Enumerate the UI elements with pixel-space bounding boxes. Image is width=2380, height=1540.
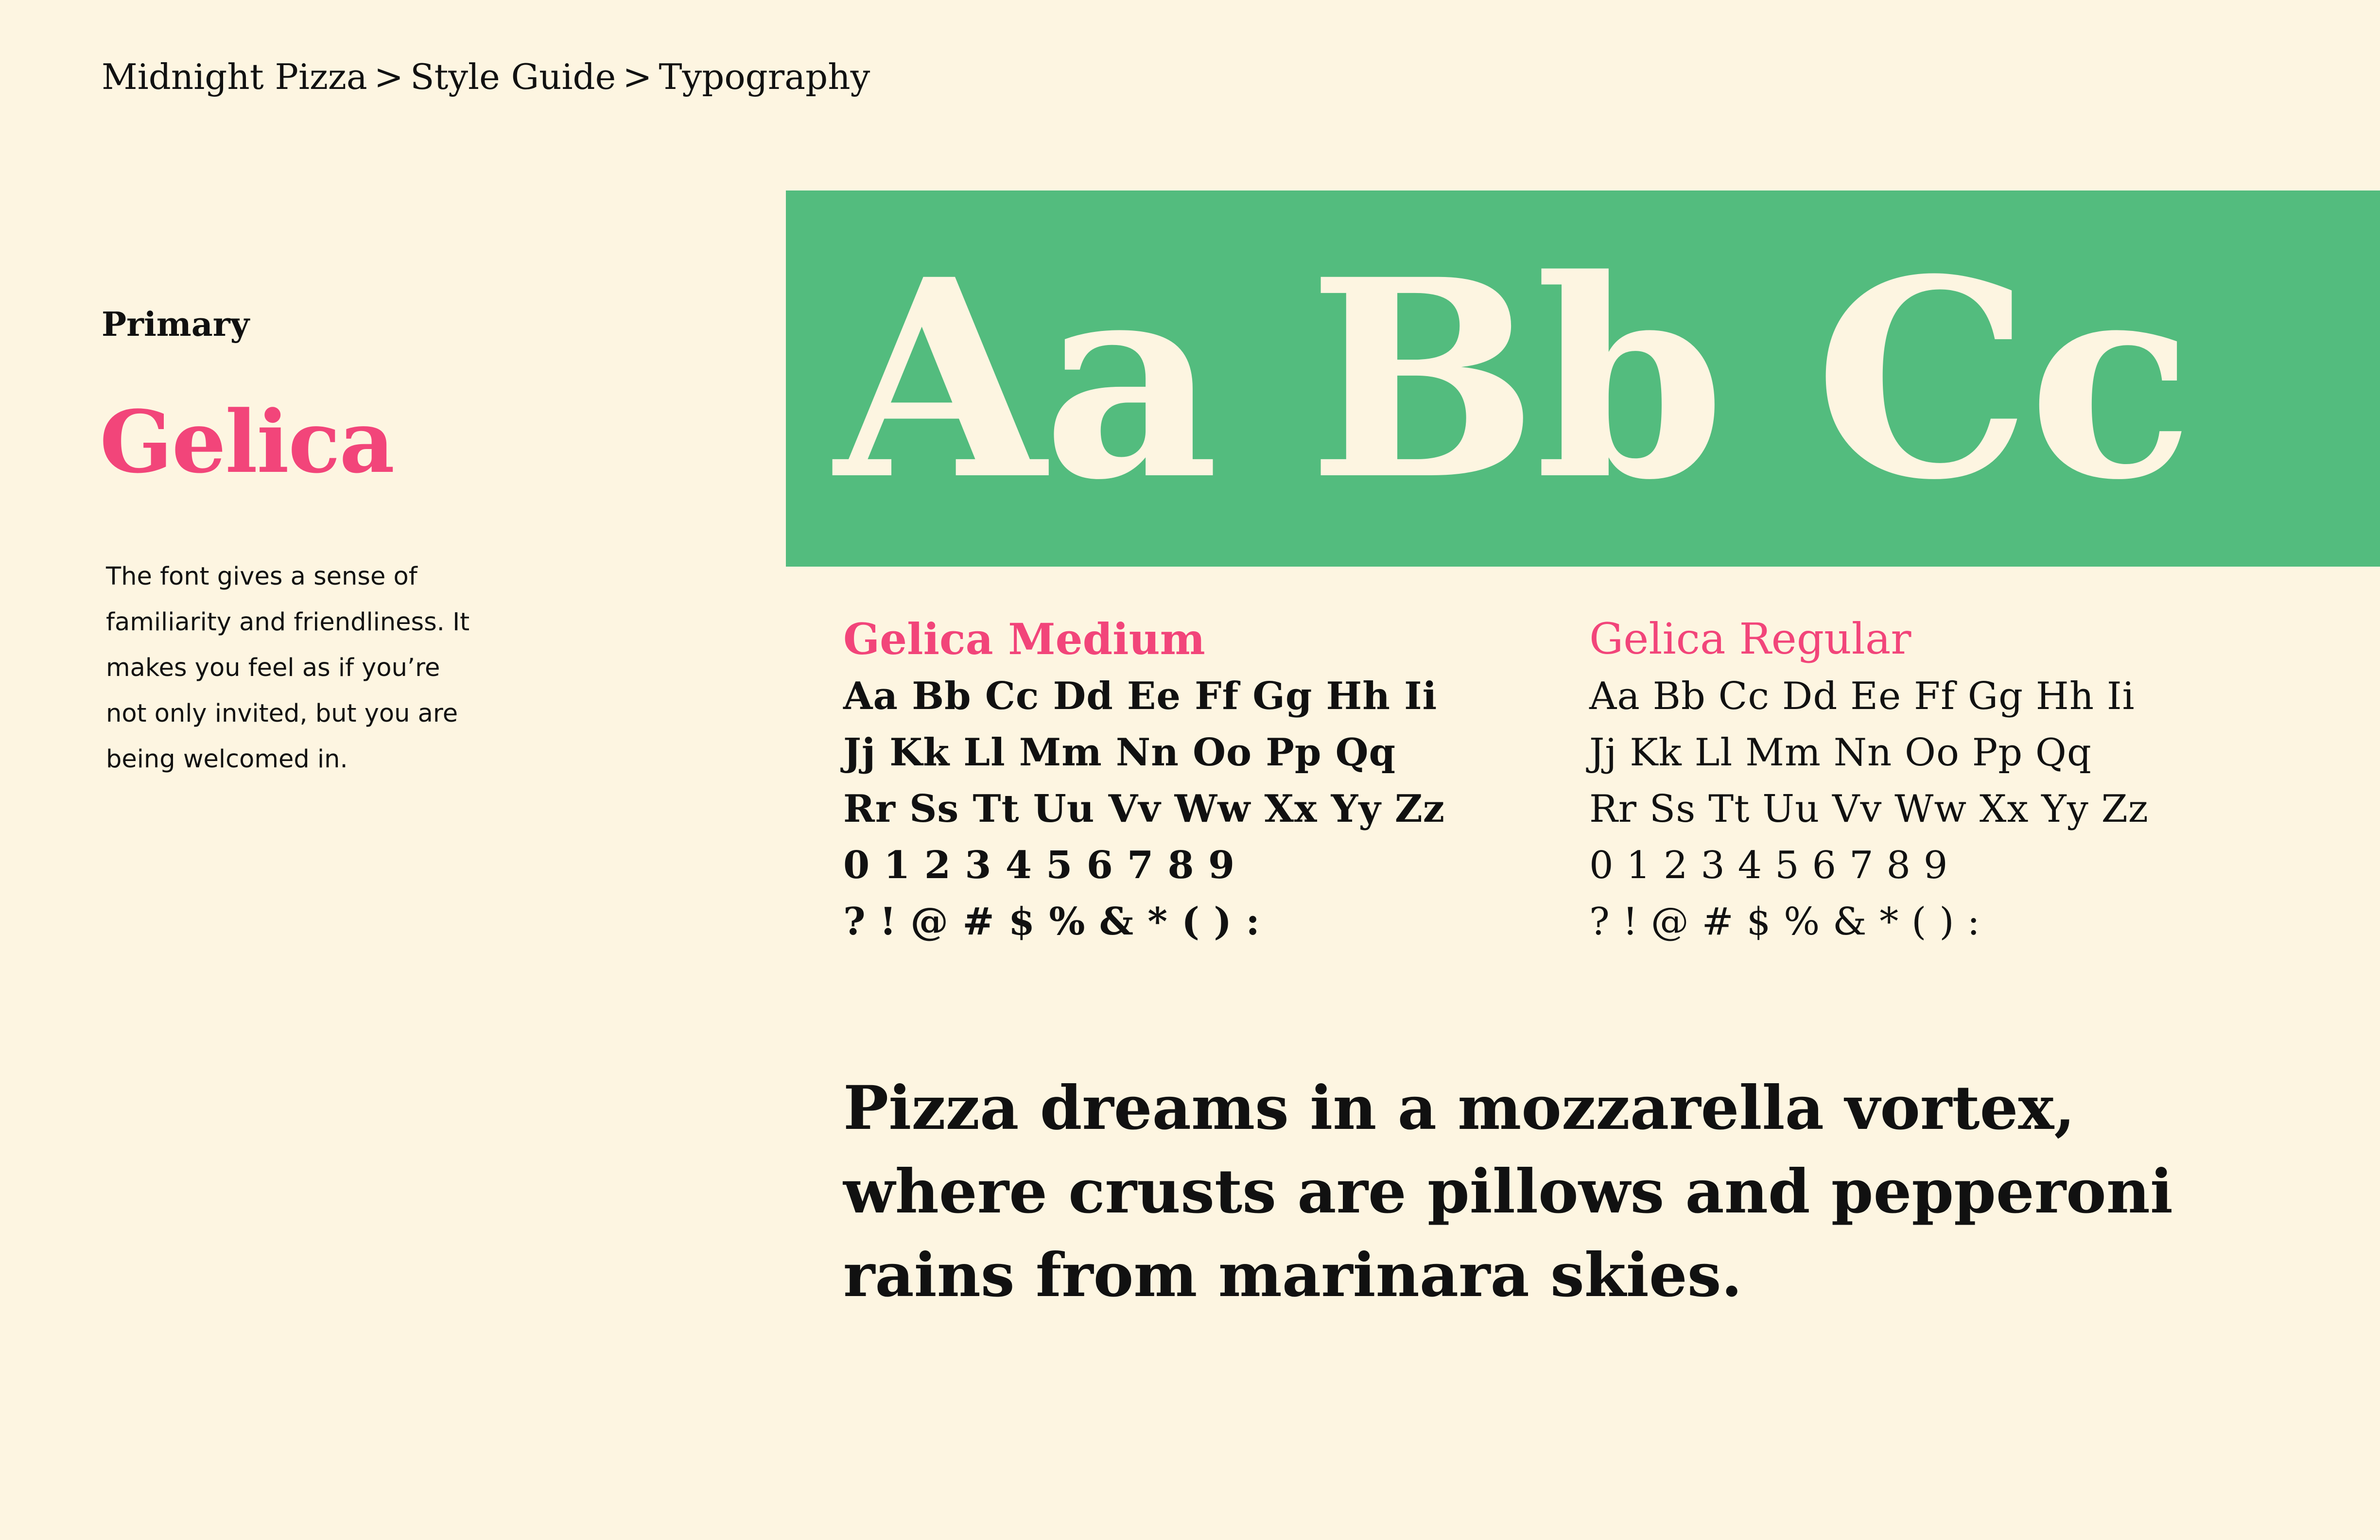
breadcrumb-item-typography: Typography xyxy=(659,56,870,97)
glyph-line: 0 1 2 3 4 5 6 7 8 9 xyxy=(1589,844,1948,887)
font-family-name: Gelica xyxy=(100,392,395,492)
breadcrumb-separator: > xyxy=(374,56,404,97)
sample-paragraph: Pizza dreams in a mozzarella vortex, whe… xyxy=(843,1067,2301,1317)
specimen-regular: Gelica Regular Aa Bb Cc Dd Ee Ff Gg Hh I… xyxy=(1589,610,2309,950)
specimen-title: Gelica Regular xyxy=(1589,614,1911,664)
glyph-line: ? ! @ # $ % & * ( ) : xyxy=(843,900,1261,944)
breadcrumb-item-style-guide[interactable]: Style Guide xyxy=(410,56,616,97)
sample-line: Pizza dreams in a mozzarella vortex, xyxy=(843,1073,2075,1143)
glyph-line: Aa Bb Cc Dd Ee Ff Gg Hh Ii xyxy=(1589,675,2135,718)
glyph-line: Rr Ss Tt Uu Vv Ww Xx Yy Zz xyxy=(1589,787,2149,831)
hero-specimen-text: Aa Bb Cc xyxy=(834,220,2194,540)
sample-line: rains from marinara skies. xyxy=(843,1240,1742,1311)
description-line: The font gives a sense of xyxy=(106,562,417,591)
description-line: familiarity and friendliness. It xyxy=(106,608,470,637)
glyph-line: Jj Kk Ll Mm Nn Oo Pp Qq xyxy=(1589,731,2092,775)
breadcrumb: Midnight Pizza > Style Guide > Typography xyxy=(102,52,870,101)
glyph-line: Jj Kk Ll Mm Nn Oo Pp Qq xyxy=(843,730,1396,775)
specimen-medium: Gelica Medium Aa Bb Cc Dd Ee Ff Gg Hh Ii… xyxy=(843,610,1563,950)
glyph-line: Aa Bb Cc Dd Ee Ff Gg Hh Ii xyxy=(843,674,1438,718)
font-description: The font gives a sense of familiarity an… xyxy=(106,554,504,782)
breadcrumb-item-brand[interactable]: Midnight Pizza xyxy=(102,56,367,97)
glyph-line: 0 1 2 3 4 5 6 7 8 9 xyxy=(843,843,1235,887)
breadcrumb-separator: > xyxy=(623,56,652,97)
sample-line: where crusts are pillows and pepperoni xyxy=(843,1157,2173,1227)
section-label-primary: Primary xyxy=(102,305,250,344)
description-line: not only invited, but you are xyxy=(106,699,458,728)
glyph-line: Rr Ss Tt Uu Vv Ww Xx Yy Zz xyxy=(843,787,1445,831)
hero-banner: Aa Bb Cc xyxy=(786,190,2380,567)
specimen-title: Gelica Medium xyxy=(843,614,1205,664)
glyph-line: ? ! @ # $ % & * ( ) : xyxy=(1589,900,1980,944)
description-line: being welcomed in. xyxy=(106,745,348,774)
description-line: makes you feel as if you’re xyxy=(106,654,440,682)
